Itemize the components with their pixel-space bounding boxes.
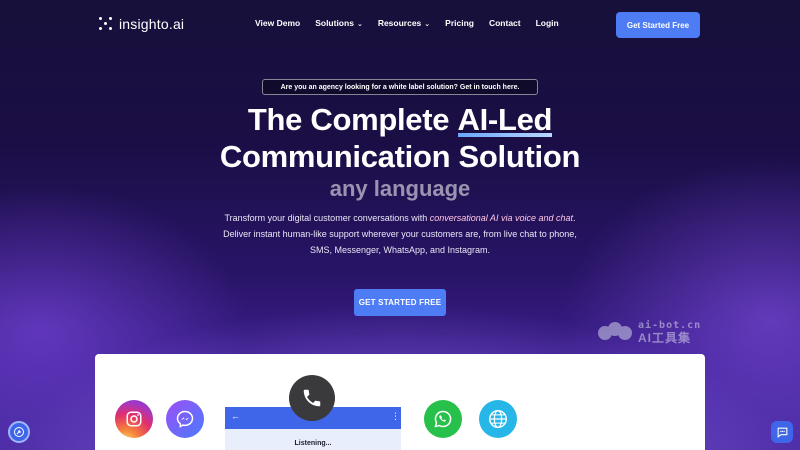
hero-description-line2: Deliver instant human-like support where… bbox=[223, 229, 577, 239]
phone-call-button[interactable] bbox=[289, 375, 335, 421]
messenger-icon[interactable] bbox=[166, 400, 204, 438]
desc-prefix: Transform your digital customer conversa… bbox=[224, 213, 430, 223]
hero-title-prefix: The Complete bbox=[247, 102, 458, 137]
globe-icon[interactable] bbox=[479, 400, 517, 438]
back-arrow-icon[interactable]: ← bbox=[231, 411, 240, 421]
brand-name: insighto.ai bbox=[119, 16, 185, 32]
main-nav: View Demo Solutions ⌄ Resources ⌄ Pricing … bbox=[255, 18, 574, 28]
chat-launcher-button[interactable] bbox=[771, 421, 793, 443]
watermark-line2: AI工具集 bbox=[638, 331, 692, 345]
nav-solutions[interactable]: Solutions ⌄ bbox=[315, 18, 363, 28]
watermark-logo-icon bbox=[598, 322, 632, 342]
desc-suffix: . bbox=[572, 213, 576, 223]
desc-highlight: conversational AI via voice and chat bbox=[429, 213, 573, 223]
hero-get-started-button[interactable]: GET STARTED FREE bbox=[354, 289, 446, 316]
watermark-text: ai-bot.cn AI工具集 bbox=[638, 320, 701, 344]
agency-banner-link[interactable]: Are you an agency looking for a white la… bbox=[262, 79, 538, 95]
hero-description-line3: SMS, Messenger, WhatsApp, and Instagram. bbox=[309, 245, 491, 255]
instagram-icon[interactable] bbox=[115, 400, 153, 438]
more-vertical-icon[interactable]: ⋮ bbox=[391, 411, 400, 422]
hero-title-highlight: AI-Led bbox=[457, 102, 553, 137]
rotating-text: any language bbox=[329, 176, 471, 201]
chevron-down-icon: ⌄ bbox=[424, 21, 431, 28]
chat-icon bbox=[777, 427, 787, 438]
nav-view-demo[interactable]: View Demo bbox=[255, 18, 300, 28]
nav-resources-label: Resources bbox=[377, 18, 422, 28]
nav-pricing[interactable]: Pricing bbox=[445, 18, 474, 28]
site-header: insighto.ai View Demo Solutions ⌄ Resourc… bbox=[0, 0, 800, 50]
nav-login[interactable]: Login bbox=[536, 18, 559, 28]
chevron-down-icon: ⌄ bbox=[356, 21, 363, 28]
hero-title-line2: Communication Solution bbox=[219, 139, 581, 174]
logo-icon bbox=[99, 17, 113, 31]
listening-status: Listening... bbox=[294, 440, 332, 447]
whatsapp-icon[interactable] bbox=[424, 400, 462, 438]
hero-title-line1: The Complete AI-Led bbox=[0, 101, 800, 138]
nav-resources[interactable]: Resources ⌄ bbox=[378, 18, 430, 28]
accessibility-button[interactable] bbox=[8, 421, 30, 443]
nav-solutions-label: Solutions bbox=[315, 18, 354, 28]
hero-description-line1: Transform your digital customer conversa… bbox=[150, 210, 650, 226]
get-started-button[interactable]: Get Started Free bbox=[616, 12, 700, 38]
watermark: ai-bot.cn AI工具集 bbox=[598, 320, 701, 344]
phone-icon bbox=[303, 389, 321, 407]
nav-contact[interactable]: Contact bbox=[489, 18, 521, 28]
brand-logo[interactable]: insighto.ai bbox=[99, 16, 184, 32]
accessibility-icon bbox=[14, 427, 24, 437]
